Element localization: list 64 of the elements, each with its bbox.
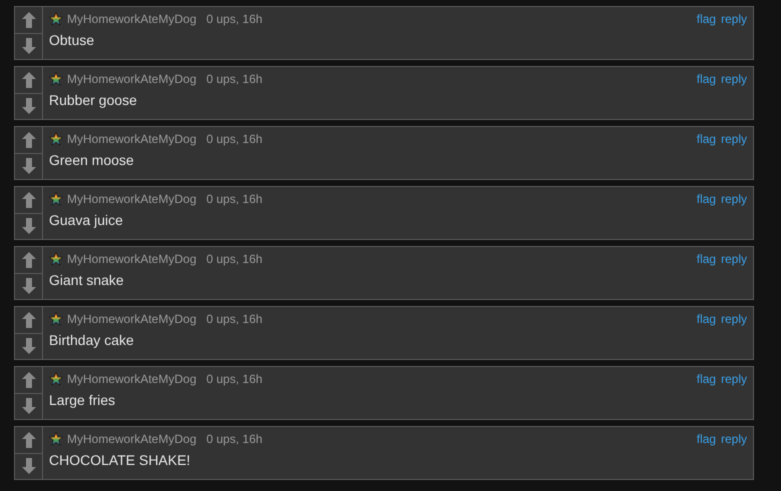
comment-text: CHOCOLATE SHAKE! — [49, 452, 192, 468]
arrow-down-icon — [22, 158, 36, 174]
comment-meta: 0 ups, 16h — [206, 312, 262, 326]
comment-text: Large fries — [49, 392, 116, 408]
arrow-down-icon — [22, 458, 36, 474]
star-icon — [49, 12, 63, 26]
author-link[interactable]: MyHomeworkAteMyDog — [67, 312, 196, 326]
comment-meta: 0 ups, 16h — [206, 192, 262, 206]
author-link[interactable]: MyHomeworkAteMyDog — [67, 132, 196, 146]
arrow-up-icon — [22, 72, 36, 88]
comment-text: Guava juice — [49, 212, 124, 228]
star-icon — [49, 432, 63, 446]
comment-text: Giant snake — [49, 272, 125, 288]
arrow-down-icon — [22, 278, 36, 294]
arrow-down-icon — [22, 98, 36, 114]
star-icon — [49, 312, 63, 326]
author-link[interactable]: MyHomeworkAteMyDog — [67, 432, 196, 446]
author-link[interactable]: MyHomeworkAteMyDog — [67, 252, 196, 266]
action-link[interactable]: reply — [720, 252, 747, 266]
comment-text: Green moose — [49, 152, 135, 168]
arrow-up-icon — [22, 312, 36, 328]
arrow-up-icon — [22, 12, 36, 28]
arrow-up-icon — [22, 252, 36, 268]
comment-meta: 0 ups, 16h — [206, 132, 262, 146]
star-icon — [49, 252, 63, 266]
action-link[interactable]: reply — [720, 132, 747, 146]
star-icon — [49, 132, 63, 146]
star-icon — [49, 372, 63, 386]
action-link[interactable]: flag — [696, 192, 716, 206]
action-link[interactable]: flag — [696, 372, 716, 386]
arrow-up-icon — [22, 132, 36, 148]
action-link[interactable]: flag — [696, 132, 716, 146]
action-link[interactable]: flag — [696, 432, 716, 446]
comment-text: Rubber goose — [49, 92, 138, 108]
comment-meta: 0 ups, 16h — [206, 252, 262, 266]
action-link[interactable]: reply — [720, 72, 747, 86]
action-link[interactable]: flag — [696, 72, 716, 86]
star-icon — [49, 192, 63, 206]
comment-text: Birthday cake — [49, 332, 135, 348]
arrow-down-icon — [22, 398, 36, 414]
action-link[interactable]: reply — [720, 12, 747, 26]
author-link[interactable]: MyHomeworkAteMyDog — [67, 72, 196, 86]
star-icon — [49, 72, 63, 86]
author-link[interactable]: MyHomeworkAteMyDog — [67, 192, 196, 206]
comment-meta: 0 ups, 16h — [206, 72, 262, 86]
action-link[interactable]: flag — [696, 252, 716, 266]
action-link[interactable]: reply — [720, 372, 747, 386]
arrow-down-icon — [22, 218, 36, 234]
action-link[interactable]: reply — [720, 432, 747, 446]
arrow-up-icon — [22, 372, 36, 388]
comment-text: Obtuse — [49, 32, 96, 48]
action-link[interactable]: reply — [720, 192, 747, 206]
action-link[interactable]: flag — [696, 12, 716, 26]
comment-meta: 0 ups, 16h — [206, 432, 262, 446]
author-link[interactable]: MyHomeworkAteMyDog — [67, 12, 196, 26]
arrow-up-icon — [22, 192, 36, 208]
action-link[interactable]: flag — [696, 312, 716, 326]
arrow-up-icon — [22, 432, 36, 448]
arrow-down-icon — [22, 38, 36, 54]
action-link[interactable]: reply — [720, 312, 747, 326]
arrow-down-icon — [22, 338, 36, 354]
comment-meta: 0 ups, 16h — [206, 372, 262, 386]
author-link[interactable]: MyHomeworkAteMyDog — [67, 372, 196, 386]
comment-meta: 0 ups, 16h — [206, 12, 262, 26]
